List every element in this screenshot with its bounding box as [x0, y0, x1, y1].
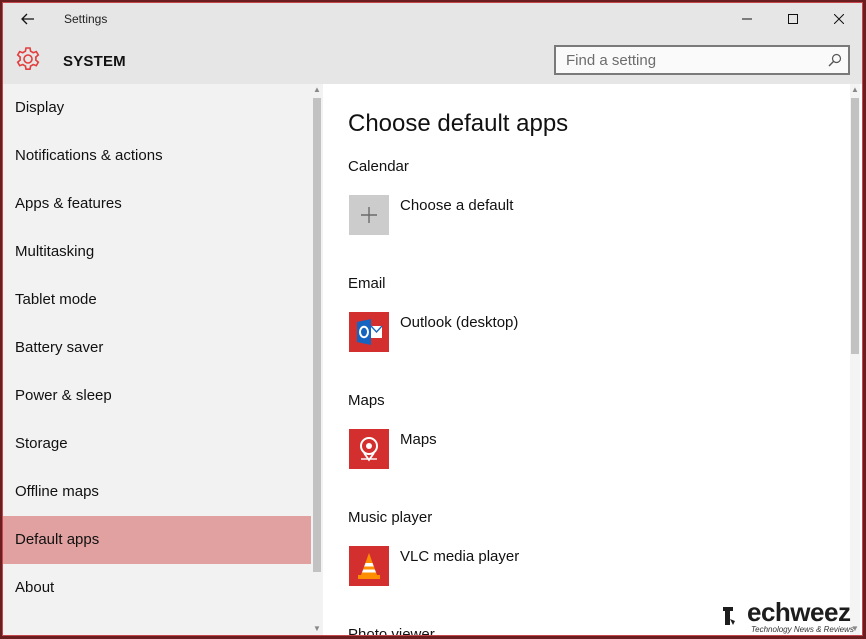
page-title: Choose default apps — [348, 110, 569, 137]
scroll-up-icon[interactable]: ▲ — [851, 86, 859, 94]
app-name: Maps — [400, 431, 437, 448]
main-scroll-thumb[interactable] — [851, 98, 859, 354]
maps-icon — [349, 429, 389, 469]
app-name: Outlook (desktop) — [400, 314, 519, 331]
gear-icon — [16, 47, 40, 70]
scroll-up-icon[interactable]: ▲ — [313, 86, 321, 94]
search-box[interactable] — [554, 45, 850, 75]
default-app-email[interactable]: Outlook (desktop) — [349, 312, 649, 354]
section-title: SYSTEM — [63, 53, 126, 70]
sidebar-item-power-sleep[interactable]: Power & sleep — [3, 372, 311, 420]
sidebar-item-about[interactable]: About — [3, 564, 311, 612]
close-button[interactable] — [816, 3, 862, 35]
back-button[interactable] — [13, 8, 43, 30]
default-app-calendar[interactable]: Choose a default — [349, 195, 649, 237]
watermark-tagline: Technology News & Reviews — [751, 625, 854, 634]
sidebar-scrollbar[interactable]: ▲ ▼ — [312, 84, 322, 635]
sidebar-nav: Display Notifications & actions Apps & f… — [3, 84, 311, 612]
settings-header: SYSTEM — [3, 35, 862, 84]
sidebar-item-default-apps[interactable]: Default apps — [3, 516, 311, 564]
back-arrow-icon — [21, 13, 34, 25]
app-name: Choose a default — [400, 197, 514, 214]
search-icon[interactable] — [828, 53, 842, 67]
sidebar-item-multitasking[interactable]: Multitasking — [3, 228, 311, 276]
main-scrollbar[interactable]: ▲ ▼ — [850, 84, 860, 635]
settings-window: Settings SYSTEM Display — [2, 2, 863, 636]
group-label-music-player: Music player — [348, 509, 433, 526]
sidebar-item-display[interactable]: Display — [3, 84, 311, 132]
sidebar: Display Notifications & actions Apps & f… — [3, 84, 323, 635]
main-content: Choose default apps Calendar Choose a de… — [323, 84, 862, 636]
group-label-maps: Maps — [348, 392, 385, 409]
group-label-photo-viewer: Photo viewer — [348, 626, 435, 636]
app-name: VLC media player — [400, 548, 520, 565]
title-bar: Settings — [3, 3, 862, 35]
maximize-icon — [788, 14, 798, 24]
sidebar-item-offline-maps[interactable]: Offline maps — [3, 468, 311, 516]
window-title: Settings — [64, 12, 108, 26]
minimize-icon — [742, 18, 752, 20]
sidebar-item-tablet-mode[interactable]: Tablet mode — [3, 276, 311, 324]
minimize-button[interactable] — [724, 3, 770, 35]
sidebar-item-apps-features[interactable]: Apps & features — [3, 180, 311, 228]
vlc-icon — [349, 546, 389, 586]
watermark-brand: echweez — [747, 597, 851, 627]
group-label-calendar: Calendar — [348, 158, 409, 175]
sidebar-item-storage[interactable]: Storage — [3, 420, 311, 468]
outlook-icon — [349, 312, 389, 352]
default-app-music-player[interactable]: VLC media player — [349, 546, 649, 588]
close-icon — [834, 14, 844, 24]
search-input[interactable] — [556, 47, 826, 73]
maximize-button[interactable] — [770, 3, 816, 35]
plus-icon — [349, 195, 389, 235]
sidebar-scroll-thumb[interactable] — [313, 98, 321, 572]
sidebar-item-notifications[interactable]: Notifications & actions — [3, 132, 311, 180]
group-label-email: Email — [348, 275, 386, 292]
techweez-t-icon — [723, 607, 735, 625]
scroll-down-icon[interactable]: ▼ — [313, 625, 321, 633]
sidebar-item-battery-saver[interactable]: Battery saver — [3, 324, 311, 372]
watermark-logo: echweez Technology News & Reviews — [719, 597, 859, 635]
default-app-maps[interactable]: Maps — [349, 429, 649, 471]
